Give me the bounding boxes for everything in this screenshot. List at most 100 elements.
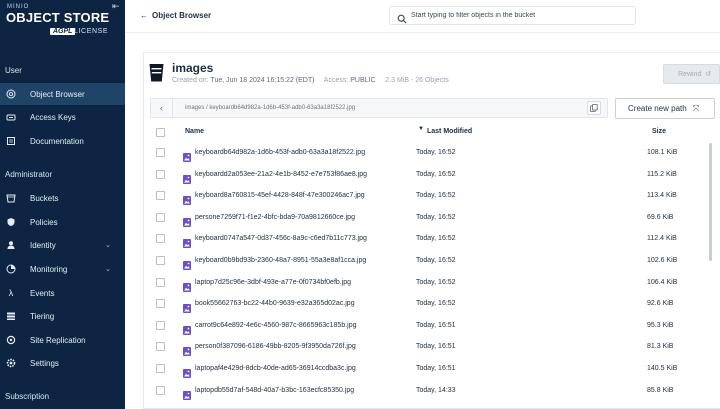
row-checkbox[interactable]	[156, 385, 165, 395]
sidebar-item-access-keys[interactable]: Access Keys	[0, 106, 125, 128]
row-checkbox[interactable]	[156, 212, 165, 222]
object-last-modified: Today, 14:33	[416, 386, 456, 394]
section-user: User	[5, 66, 22, 75]
table-row[interactable]: keyboard0747a547-0d37-456c-8a9c-c6ed7b11…	[143, 229, 710, 250]
object-name: laptopdb55d7af-548d-40a7-b3bc-163ecfc853…	[195, 386, 355, 394]
image-file-icon	[183, 387, 191, 400]
object-size: 113.4 KiB	[647, 192, 677, 200]
sidebar-item-label: Buckets	[30, 193, 59, 203]
logo-brand-text: OBJECT STORE	[6, 10, 110, 25]
lambda-icon: λ	[8, 288, 14, 298]
column-name-header[interactable]: Name	[185, 128, 204, 135]
image-file-icon	[183, 149, 191, 162]
key-icon	[6, 112, 16, 122]
image-file-icon	[183, 214, 191, 227]
column-size-header[interactable]: Size	[652, 128, 666, 135]
sidebar-item-site-replication[interactable]: Site Replication	[0, 329, 125, 351]
breadcrumb: images / keyboardb64d982a-1d6b-453f-adb0…	[185, 105, 356, 111]
table-row[interactable]: keyboard0b9bd93b-2360-48a7-8951-55a3e8af…	[143, 251, 710, 272]
create-new-path-button[interactable]: Create new path ⤧	[615, 98, 715, 119]
chevron-down-icon: ⌄	[105, 266, 111, 273]
replication-icon	[6, 335, 16, 345]
object-filter-search[interactable]	[389, 6, 636, 25]
table-row[interactable]: keyboardb64d982a-1d6b-453f-adb0-63a3a18f…	[143, 143, 710, 164]
row-checkbox[interactable]	[156, 364, 165, 373]
object-size: 102.6 KiB	[647, 257, 678, 264]
copy-icon	[590, 104, 598, 112]
access-value: PUBLIC	[350, 77, 376, 84]
object-last-modified: Today, 16:52	[416, 149, 456, 156]
column-modified-header[interactable]: Last Modified	[427, 128, 472, 135]
path-back-icon[interactable]: ‹	[151, 99, 173, 117]
table-row[interactable]: person0f387096-6186-49bb-8205-9f3950da72…	[143, 337, 710, 358]
object-name: carrot9c64e892-4e6c-4560-987c-8665963c18…	[195, 321, 357, 329]
table-row[interactable]: laptopdb55d7af-548d-40a7-b3bc-163ecfc853…	[143, 381, 710, 402]
sidebar-item-events[interactable]: λ Events	[0, 282, 125, 304]
section-administrator: Administrator	[5, 170, 53, 179]
row-checkbox[interactable]	[156, 148, 165, 157]
table-row[interactable]: keyboard8a760815-45ef-4428-848f-47e30024…	[143, 186, 710, 207]
select-all-checkbox[interactable]	[156, 128, 165, 137]
sidebar-item-label: Settings	[30, 358, 59, 368]
object-size: 115.2 KiB	[647, 170, 677, 178]
sidebar-item-settings[interactable]: Settings	[0, 352, 125, 374]
sidebar-item-object-browser[interactable]: Object Browser	[0, 83, 125, 105]
sidebar-item-label: Events	[30, 288, 55, 298]
table-row[interactable]: keyboardd2a053ee-21a2-4e1b-8452-e7e753f8…	[143, 165, 710, 186]
sidebar-item-identity[interactable]: Identity ⌄	[0, 234, 125, 256]
sidebar-item-buckets[interactable]: Buckets	[0, 187, 125, 209]
row-checkbox[interactable]	[156, 342, 165, 352]
object-last-modified: Today, 16:52	[416, 300, 456, 308]
sidebar-item-documentation[interactable]: Documentation	[0, 130, 125, 152]
object-size: 69.6 KiB	[647, 213, 674, 221]
row-checkbox[interactable]	[156, 234, 165, 244]
bucket-meta: Created on: Tue, Jun 18 2024 16:15:22 (E…	[172, 77, 449, 84]
table-row[interactable]: carrot9c64e892-4e6c-4560-987c-8665963c18…	[143, 316, 710, 337]
table-row[interactable]: book55662763-bc22-44b0-9639-e32a365d02ac…	[143, 294, 710, 315]
object-size: 140.5 KiB	[647, 365, 678, 372]
sidebar-item-policies[interactable]: Policies	[0, 211, 125, 233]
object-name: keyboardb64d982a-1d6b-453f-adb0-63a3a18f…	[195, 149, 366, 156]
object-name: laptop7d25c96e-3dbf-493e-a77e-0f0734bf0e…	[195, 278, 352, 286]
sort-descending-icon: ▼	[418, 126, 424, 132]
object-last-modified: Today, 16:51	[416, 343, 456, 351]
sidebar-item-label: Tiering	[30, 311, 55, 321]
image-file-icon	[183, 279, 191, 292]
sidebar-item-label: Object Browser	[30, 89, 85, 99]
table-row[interactable]: laptop7d25c96e-3dbf-493e-a77e-0f0734bf0e…	[143, 273, 710, 294]
table-row[interactable]: laptopaf4e429d-8dcb-40de-ad65-36914ccdba…	[143, 359, 710, 380]
sidebar-item-label: Site Replication	[30, 335, 86, 345]
path-breadcrumb-bar: ‹ images / keyboardb64d982a-1d6b-453f-ad…	[150, 98, 608, 118]
monitoring-icon	[6, 264, 16, 274]
table-row[interactable]: persone7259f71-f1e2-4bfc-bda9-70a9812660…	[143, 208, 710, 229]
tiering-icon	[6, 311, 16, 321]
sidebar-item-monitoring[interactable]: Monitoring ⌄	[0, 258, 125, 280]
sidebar-item-label: Documentation	[30, 136, 84, 146]
sidebar-item-label: Identity	[30, 240, 56, 250]
object-name: keyboardd2a053ee-21a2-4e1b-8452-e7e753f8…	[195, 170, 368, 178]
image-file-icon	[183, 322, 191, 335]
create-new-path-label: Create new path	[628, 104, 687, 113]
row-checkbox[interactable]	[156, 256, 165, 265]
row-checkbox[interactable]	[156, 320, 165, 330]
search-input[interactable]	[411, 12, 631, 19]
row-checkbox[interactable]	[156, 299, 165, 309]
chevron-down-icon: ⌄	[105, 242, 111, 249]
object-size: 106.4 KiB	[647, 278, 678, 286]
shield-icon	[6, 217, 16, 227]
back-arrow-icon[interactable]: ←	[140, 11, 148, 20]
collapse-sidebar-icon[interactable]: ⇤	[112, 1, 120, 12]
rewind-label: Rewind	[678, 70, 702, 78]
rewind-button[interactable]: Rewind ↺	[663, 64, 720, 84]
sidebar: MINIO OBJECT STORE AGPL LICENSE ⇤ User O…	[0, 0, 125, 409]
table-scrollbar[interactable]	[709, 143, 712, 261]
copy-path-button[interactable]	[587, 101, 601, 115]
row-checkbox[interactable]	[156, 277, 165, 287]
sidebar-item-tiering[interactable]: Tiering	[0, 305, 125, 327]
row-checkbox[interactable]	[156, 191, 165, 201]
object-name: laptopaf4e429d-8dcb-40de-ad65-36914ccdba…	[195, 365, 356, 372]
section-subscription: Subscription	[5, 392, 50, 401]
row-checkbox[interactable]	[156, 169, 165, 179]
book-icon	[6, 136, 16, 146]
object-name: keyboard0747a547-0d37-456c-8a9c-c6ed7b11…	[195, 235, 367, 243]
